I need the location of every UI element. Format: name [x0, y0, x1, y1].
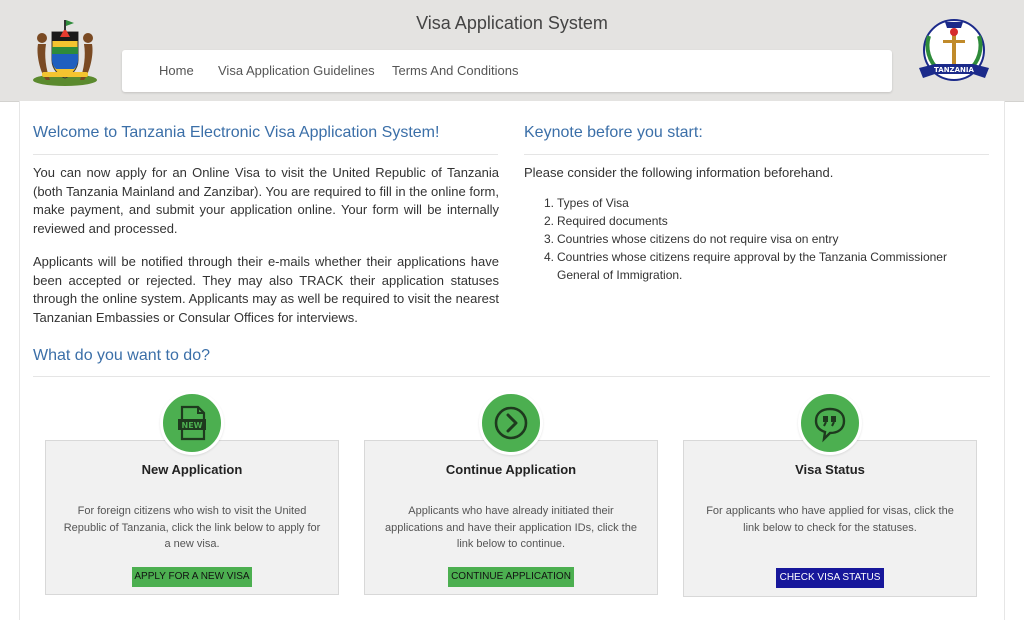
main-navbar: Home Visa Application Guidelines Terms A…: [122, 50, 892, 92]
welcome-divider: [33, 154, 498, 155]
card-description: For foreign citizens who wish to visit t…: [63, 505, 321, 550]
card-description: For applicants who have applied for visa…: [706, 505, 954, 534]
keynote-item[interactable]: 4. Countries whose citizens require appro…: [538, 248, 988, 284]
card-title: Visa Status: [795, 462, 865, 477]
continue-application-button[interactable]: CONTINUE APPLICATION: [448, 567, 574, 587]
actions-heading: What do you want to do?: [33, 347, 210, 364]
site-title: Visa Application System: [416, 13, 608, 33]
welcome-heading: Welcome to Tanzania Electronic Visa Appl…: [33, 124, 440, 141]
immigration-badge-icon: TANZANIA: [919, 19, 989, 81]
nav-terms-conditions[interactable]: Terms And Conditions: [392, 63, 518, 78]
nav-visa-guidelines[interactable]: Visa Application Guidelines: [218, 63, 375, 78]
keynote-item[interactable]: 1. Types of Visa: [538, 194, 988, 212]
visa-status-icon-circle[interactable]: [798, 391, 862, 455]
arrow-right-circle-icon: [494, 406, 528, 440]
card-title: Continue Application: [445, 462, 577, 477]
keynote-divider: [524, 154, 989, 155]
continue-application-card: Continue Application Applicants who have…: [364, 440, 658, 595]
visa-status-card: Visa Status For applicants who have appl…: [683, 440, 977, 597]
keynote-item[interactable]: 2. Required documents: [538, 212, 988, 230]
card-description: Applicants who have already initiated th…: [385, 505, 637, 550]
apply-new-visa-button[interactable]: APPLY FOR A NEW VISA: [132, 567, 252, 587]
new-icon-text: NEW: [182, 421, 203, 430]
badge-text: TANZANIA: [934, 66, 974, 74]
welcome-paragraph-2: Applicants will be notified through thei…: [33, 254, 499, 325]
welcome-paragraph-1: You can now apply for an Online Visa to …: [33, 165, 499, 236]
keynote-intro: Please consider the following informatio…: [524, 165, 834, 180]
nav-home[interactable]: Home: [159, 63, 194, 78]
check-visa-status-button[interactable]: CHECK VISA STATUS: [776, 568, 884, 588]
continue-application-icon-circle[interactable]: [479, 391, 543, 455]
site-header: Visa Application System Home Visa Applic…: [0, 0, 1024, 102]
new-application-icon-circle[interactable]: NEW: [160, 391, 224, 455]
new-document-icon: NEW: [178, 405, 206, 441]
quote-bubble-icon: [814, 407, 846, 443]
card-title: New Application: [141, 462, 243, 477]
keynote-item[interactable]: 3. Countries whose citizens do not requir…: [538, 230, 988, 248]
keynote-list: 1. Types of Visa 2. Required documents 3. C…: [538, 194, 988, 284]
actions-divider: [33, 376, 990, 377]
new-application-card: New Application For foreign citizens who…: [45, 440, 339, 595]
keynote-heading: Keynote before you start:: [524, 124, 703, 141]
